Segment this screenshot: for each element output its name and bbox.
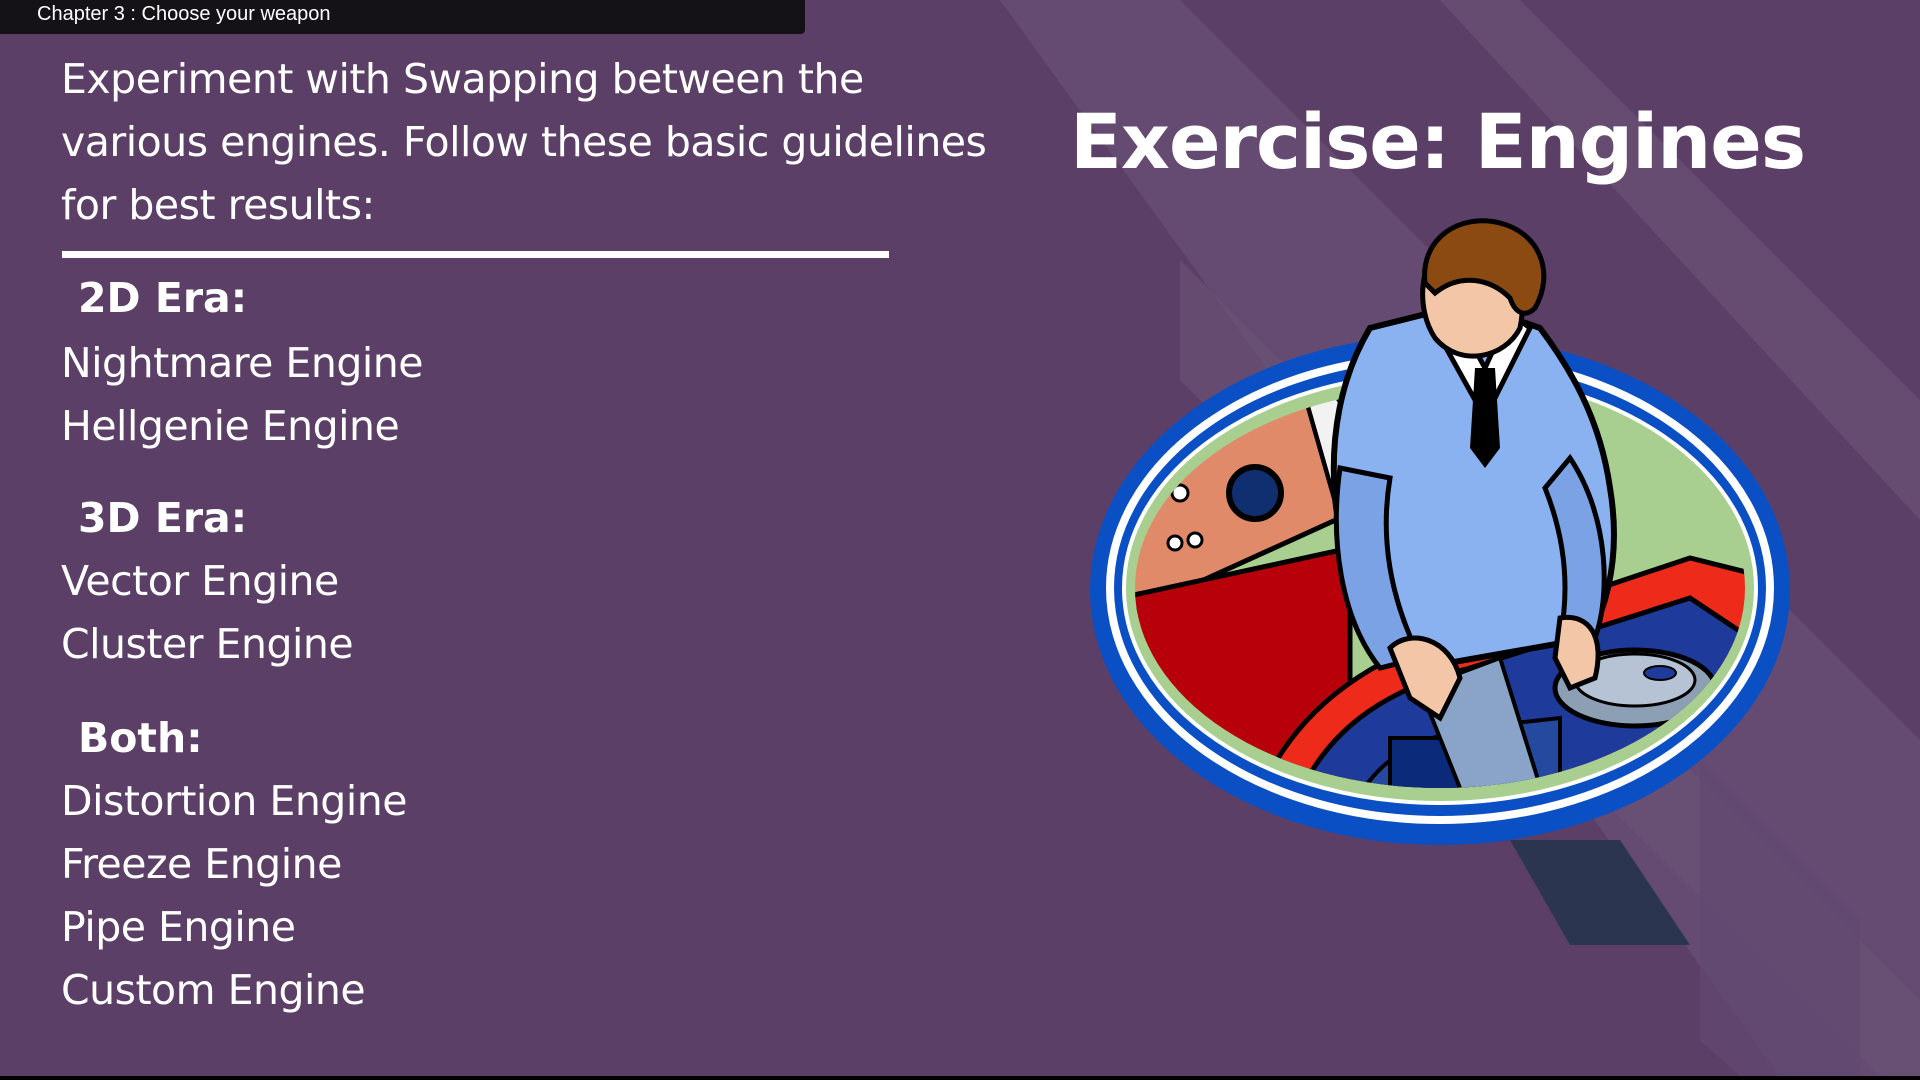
engine-item-distortion: Distortion Engine — [61, 777, 407, 825]
engine-item-nightmare: Nightmare Engine — [61, 339, 423, 387]
bottom-edge — [0, 1076, 1920, 1080]
group-heading-both: Both: — [78, 714, 203, 762]
intro-paragraph: Experiment with Swapping between the var… — [61, 55, 987, 229]
engine-item-pipe: Pipe Engine — [61, 903, 296, 951]
group-heading-3d-era: 3D Era: — [78, 494, 248, 542]
group-heading-2d-era: 2D Era: — [78, 274, 248, 322]
slide-title: Exercise: Engines — [1070, 97, 1806, 186]
engine-item-cluster: Cluster Engine — [61, 620, 354, 668]
engine-item-custom: Custom Engine — [61, 966, 366, 1014]
gauge-dial — [1226, 464, 1284, 522]
chapter-title-bar: Chapter 3 : Choose your weapon — [0, 0, 805, 34]
engine-list-3d-era: Vector Engine Cluster Engine — [61, 550, 354, 676]
mechanic-engine-illustration — [1090, 218, 1790, 845]
engine-item-hellgenie: Hellgenie Engine — [61, 402, 400, 450]
section-divider — [62, 251, 889, 258]
engine-item-freeze: Freeze Engine — [61, 840, 342, 888]
engine-list-both: Distortion Engine Freeze Engine Pipe Eng… — [61, 770, 407, 1022]
engine-item-vector: Vector Engine — [61, 557, 339, 605]
mechanic-icon — [1330, 218, 1617, 722]
engine-list-2d-era: Nightmare Engine Hellgenie Engine — [61, 332, 423, 458]
slide: Chapter 3 : Choose your weapon Experimen… — [0, 0, 1920, 1076]
